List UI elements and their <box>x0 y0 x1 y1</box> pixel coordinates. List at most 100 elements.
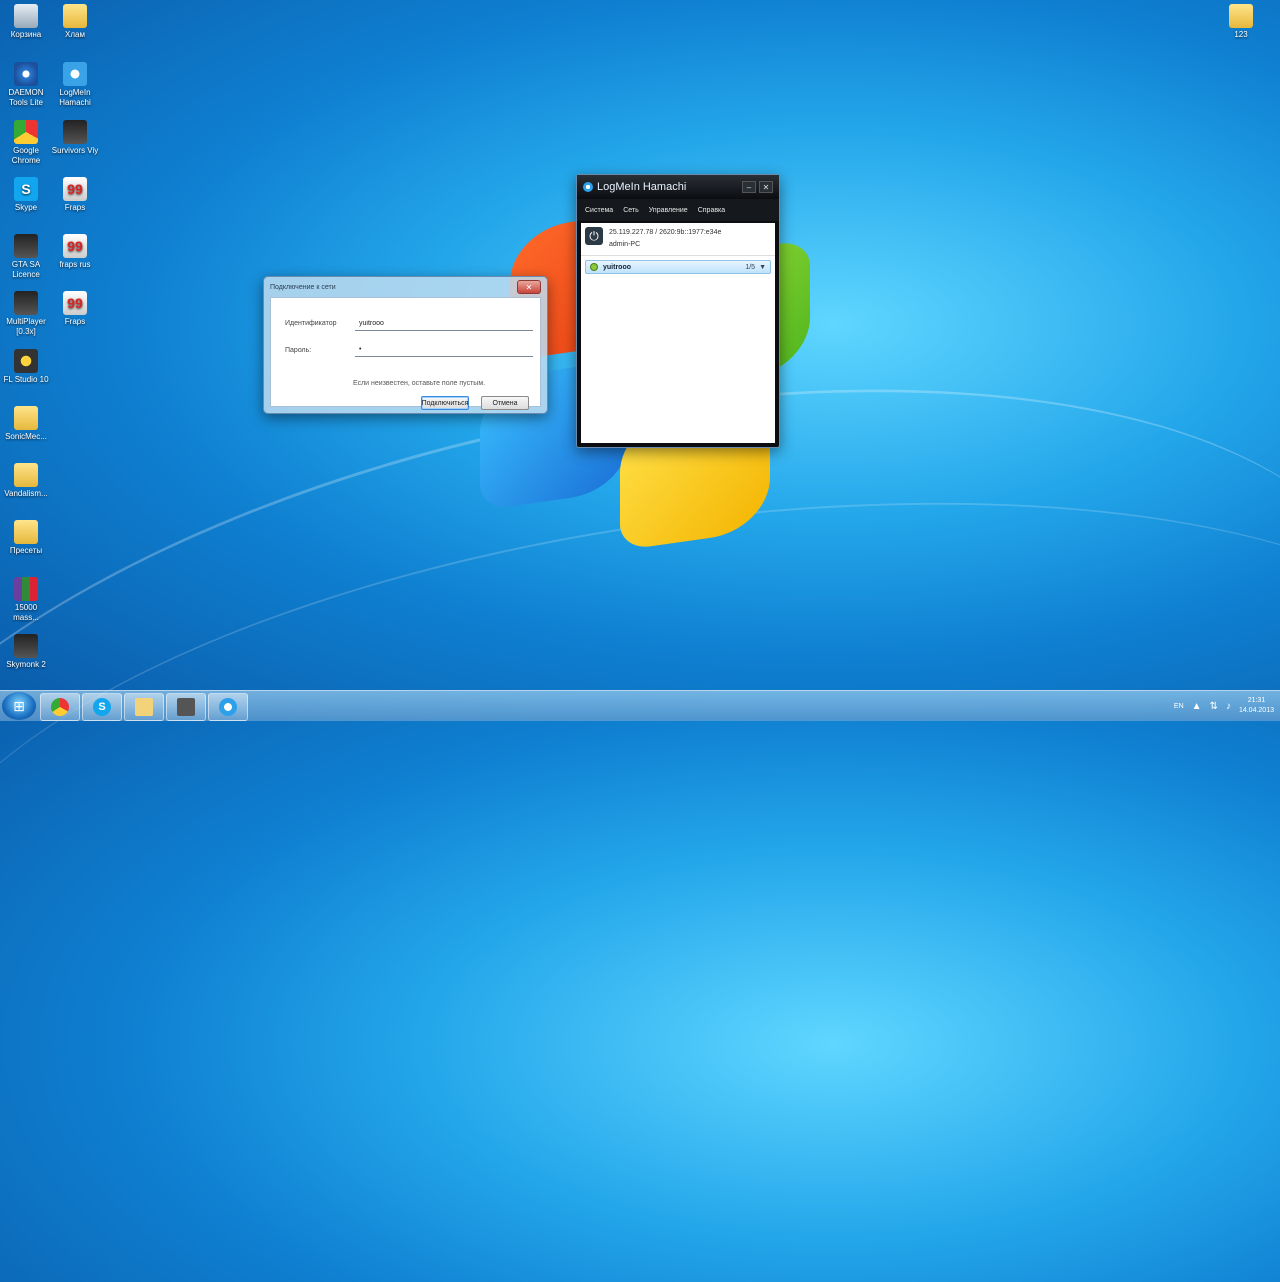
desktop-icon-label: Google Chrome <box>11 146 41 165</box>
taskbar-fraps[interactable] <box>166 693 206 721</box>
network-id-input[interactable] <box>355 316 533 331</box>
desktop-icon[interactable]: FL Studio 10 <box>1 349 51 385</box>
desktop-icon[interactable]: Пресеты <box>1 520 51 556</box>
volume-icon[interactable]: ♪ <box>1226 701 1231 712</box>
desktop-icon[interactable]: Vandalism... <box>1 463 51 499</box>
clock-time: 21:31 <box>1247 697 1266 704</box>
hamachi-title: LogMeIn Hamachi <box>597 181 687 193</box>
menu-network[interactable]: Сеть <box>623 207 639 214</box>
desktop-icon[interactable]: LogMeIn Hamachi <box>50 62 100 108</box>
chrome-icon <box>51 698 69 716</box>
taskbar-hamachi[interactable] <box>208 693 248 721</box>
network-row[interactable]: yuitrooo 1/5 ▼ <box>585 260 771 274</box>
game-icon <box>14 234 38 258</box>
computer-name: admin-PC <box>609 241 641 248</box>
dialog-body: Идентификатор Пароль: Если неизвестен, о… <box>270 297 541 410</box>
taskbar: ⊞ S EN ▲ ⇅ ♪ 21:31 14.04.2013 <box>0 690 1280 721</box>
network-member-count: 1/5 <box>745 263 756 271</box>
winrar-icon <box>14 577 38 601</box>
skype-icon: S <box>93 698 111 716</box>
system-tray: EN ▲ ⇅ ♪ 21:31 14.04.2013 <box>1174 691 1274 721</box>
skymonk-icon <box>14 634 38 658</box>
language-indicator[interactable]: EN <box>1174 703 1184 710</box>
desktop-icon-label: 15000 mass... <box>13 603 39 622</box>
hamachi-address: 25.119.227.78 / 2620:9b::1977:e34e <box>609 229 722 236</box>
hamachi-logo-icon <box>583 182 593 192</box>
desktop-icon-label: Пресеты <box>9 546 43 555</box>
network-name: yuitrooo <box>603 263 631 271</box>
hamachi-menubar: Система Сеть Управление Справка <box>577 199 779 221</box>
recycle-bin-icon <box>14 4 38 28</box>
menu-manage[interactable]: Управление <box>649 207 688 214</box>
desktop-icon[interactable]: 99 Fraps <box>50 177 100 213</box>
folder-icon <box>14 520 38 544</box>
chevron-down-icon[interactable]: ▼ <box>759 264 766 271</box>
password-input[interactable] <box>355 342 533 357</box>
password-hint: Если неизвестен, оставьте поле пустым. <box>353 380 486 387</box>
desktop-icon-label: LogMeIn Hamachi <box>59 88 91 107</box>
network-status-dot-icon <box>590 263 598 271</box>
desktop-icon-label: Корзина <box>10 30 42 39</box>
desktop-icon[interactable]: Google Chrome <box>1 120 51 166</box>
desktop-icon[interactable]: MultiPlayer [0.3x] <box>1 291 51 337</box>
hamachi-titlebar[interactable]: LogMeIn Hamachi – ✕ <box>577 175 779 199</box>
taskbar-explorer[interactable] <box>124 693 164 721</box>
show-hidden-icons-icon[interactable]: ▲ <box>1192 701 1202 712</box>
desktop-icon-label: 123 <box>1234 30 1248 39</box>
desktop-icon[interactable]: 15000 mass... <box>1 577 51 623</box>
minimize-button[interactable]: – <box>742 181 756 193</box>
hamachi-window: LogMeIn Hamachi – ✕ Система Сеть Управле… <box>576 174 780 448</box>
desktop-icon[interactable]: Хлам <box>50 4 100 40</box>
dialog-titlebar[interactable]: Подключение к сети ✕ <box>264 277 547 297</box>
network-icon[interactable]: ⇅ <box>1210 701 1218 712</box>
fraps-icon <box>177 698 195 716</box>
hamachi-status: ⏻ 25.119.227.78 / 2620:9b::1977:e34e adm… <box>581 223 775 256</box>
folder-icon <box>14 406 38 430</box>
desktop-icon-123[interactable]: 123 <box>1216 4 1266 40</box>
fraps-icon: 99 <box>63 291 87 315</box>
hamachi-client-area: ⏻ 25.119.227.78 / 2620:9b::1977:e34e adm… <box>581 223 775 443</box>
desktop-icon-label: Хлам <box>65 30 85 39</box>
dialog-title: Подключение к сети <box>270 283 336 291</box>
cancel-button[interactable]: Отмена <box>481 396 529 410</box>
desktop-icon-label: GTA SA Licence <box>11 260 41 279</box>
menu-help[interactable]: Справка <box>698 207 725 214</box>
id-label: Идентификатор <box>285 320 337 327</box>
fraps-icon: 99 <box>63 234 87 258</box>
clock[interactable]: 21:31 14.04.2013 <box>1239 696 1274 716</box>
desktop-icon[interactable]: S Skype <box>1 177 51 213</box>
desktop-icon[interactable]: 99 Fraps <box>50 291 100 327</box>
skype-icon: S <box>14 177 38 201</box>
desktop-icon-label: Fraps <box>64 203 86 212</box>
desktop-icon[interactable]: Survivors Viy <box>50 120 100 156</box>
clock-date: 14.04.2013 <box>1238 707 1274 714</box>
taskbar-chrome[interactable] <box>40 693 80 721</box>
desktop-icon-label: SonicMec... <box>5 432 47 441</box>
dialog-close-button[interactable]: ✕ <box>517 280 541 294</box>
desktop-icon-label: Skymonk 2 <box>6 660 46 669</box>
game-icon <box>14 291 38 315</box>
start-button[interactable]: ⊞ <box>2 692 36 720</box>
desktop-icon[interactable]: 99 fraps rus <box>50 234 100 270</box>
desktop-icon-label: fraps rus <box>59 260 91 269</box>
folder-icon <box>135 698 153 716</box>
folder-icon <box>63 4 87 28</box>
connect-network-dialog: Подключение к сети ✕ Идентификатор Парол… <box>263 276 548 414</box>
folder-icon <box>1229 4 1253 28</box>
desktop-icon-label: MultiPlayer [0.3x] <box>6 317 46 336</box>
taskbar-skype[interactable]: S <box>82 693 122 721</box>
desktop-icon[interactable]: DAEMON Tools Lite <box>1 62 51 108</box>
fraps-icon: 99 <box>63 177 87 201</box>
desktop-icon[interactable]: SonicMec... <box>1 406 51 442</box>
menu-system[interactable]: Система <box>585 207 613 214</box>
power-icon[interactable]: ⏻ <box>585 227 603 245</box>
folder-icon <box>14 463 38 487</box>
connect-button[interactable]: Подключиться <box>421 396 469 410</box>
hamachi-icon <box>219 698 237 716</box>
password-label: Пароль: <box>285 347 312 354</box>
desktop-icon[interactable]: Skymonk 2 <box>1 634 51 670</box>
desktop-icon[interactable]: GTA SA Licence <box>1 234 51 280</box>
close-button[interactable]: ✕ <box>759 181 773 193</box>
desktop-icon-label: Fraps <box>64 317 86 326</box>
desktop-icon[interactable]: Корзина <box>1 4 51 40</box>
